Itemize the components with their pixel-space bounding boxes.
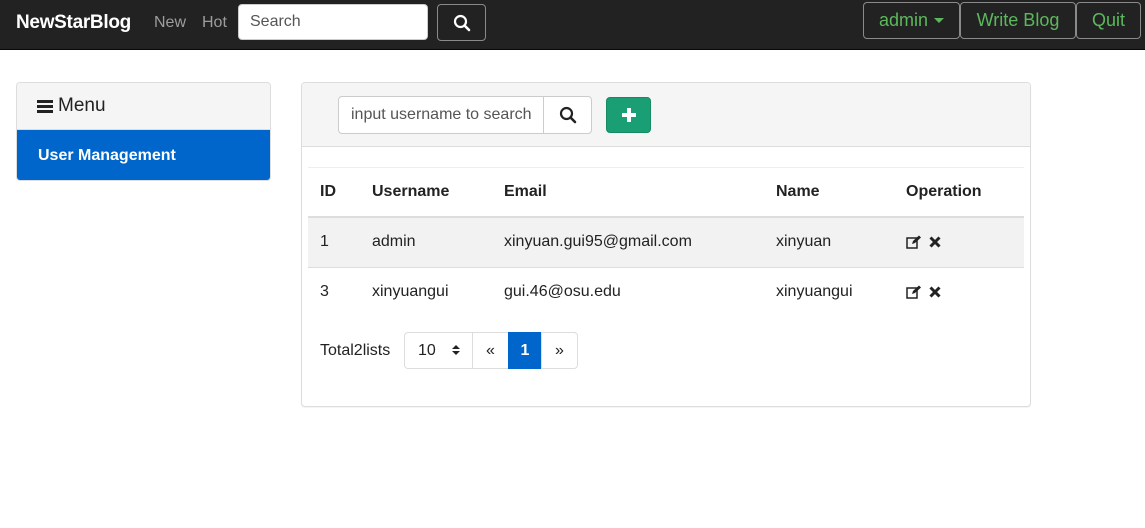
cell-id: 1 — [308, 216, 360, 267]
prev-page-button[interactable]: « — [472, 332, 509, 369]
sidebar-item-label: User Management — [38, 146, 176, 164]
search-icon — [559, 106, 576, 124]
quit-button[interactable]: Quit — [1076, 2, 1141, 39]
sidebar-menu: Menu User Management — [16, 82, 271, 181]
table-row: 1 admin xinyuan.gui95@gmail.com xinyuan — [308, 216, 1024, 267]
page-size-value: 10 — [418, 341, 436, 359]
total-count-text: Total2lists — [320, 342, 391, 359]
page-1-button[interactable]: 1 — [508, 332, 542, 369]
sidebar-item-user-management[interactable]: User Management — [17, 130, 270, 180]
search-icon — [453, 14, 470, 31]
hamburger-icon — [37, 98, 53, 115]
cell-name: xinyuan — [764, 216, 894, 267]
panel-toolbar — [302, 83, 1030, 147]
caret-down-icon — [934, 18, 945, 23]
user-menu-label: admin — [878, 10, 929, 30]
plus-icon — [621, 108, 636, 122]
user-management-panel: ID Username Email Name Operation 1 admin… — [301, 82, 1031, 407]
brand-logo[interactable]: NewStarBlog — [16, 12, 131, 34]
column-header-name: Name — [764, 168, 894, 218]
page-size-select[interactable]: 10 — [404, 332, 473, 369]
quit-label: Quit — [1091, 10, 1125, 30]
write-blog-label: Write Blog — [976, 10, 1060, 30]
cell-id: 3 — [308, 266, 360, 317]
sidebar-heading: Menu — [17, 83, 270, 130]
next-page-button[interactable]: » — [541, 332, 578, 369]
table-header-row: ID Username Email Name Operation — [308, 168, 1024, 218]
sidebar-heading-label: Menu — [58, 95, 106, 116]
edit-icon[interactable] — [906, 285, 922, 299]
column-header-username: Username — [360, 168, 492, 218]
column-header-id: ID — [308, 168, 360, 218]
write-blog-button[interactable]: Write Blog — [960, 2, 1076, 39]
top-navbar: NewStarBlog New Hot admin Write Blog Qui… — [0, 0, 1145, 50]
navbar-search-input[interactable] — [238, 4, 428, 40]
username-search-button[interactable] — [543, 96, 592, 134]
delete-icon[interactable] — [929, 286, 942, 298]
nav-link-new[interactable]: New — [154, 14, 186, 32]
add-user-button[interactable] — [606, 97, 651, 133]
table-row: 3 xinyuangui gui.46@osu.edu xinyuangui — [308, 266, 1024, 317]
cell-email: xinyuan.gui95@gmail.com — [492, 216, 764, 267]
delete-icon[interactable] — [929, 236, 942, 248]
cell-username: xinyuangui — [360, 266, 492, 317]
user-menu-dropdown[interactable]: admin — [863, 2, 960, 39]
column-header-operation: Operation — [894, 168, 1024, 218]
cell-email: gui.46@osu.edu — [492, 266, 764, 317]
column-header-email: Email — [492, 168, 764, 218]
select-arrows-icon — [452, 345, 460, 355]
edit-icon[interactable] — [906, 235, 922, 249]
cell-operation — [894, 216, 1024, 267]
nav-link-hot[interactable]: Hot — [202, 14, 227, 32]
users-table: ID Username Email Name Operation 1 admin… — [308, 168, 1024, 317]
navbar-search-button[interactable] — [437, 4, 486, 41]
username-search-input[interactable] — [338, 96, 544, 134]
cell-name: xinyuangui — [764, 266, 894, 317]
cell-username: admin — [360, 216, 492, 267]
cell-operation — [894, 266, 1024, 317]
